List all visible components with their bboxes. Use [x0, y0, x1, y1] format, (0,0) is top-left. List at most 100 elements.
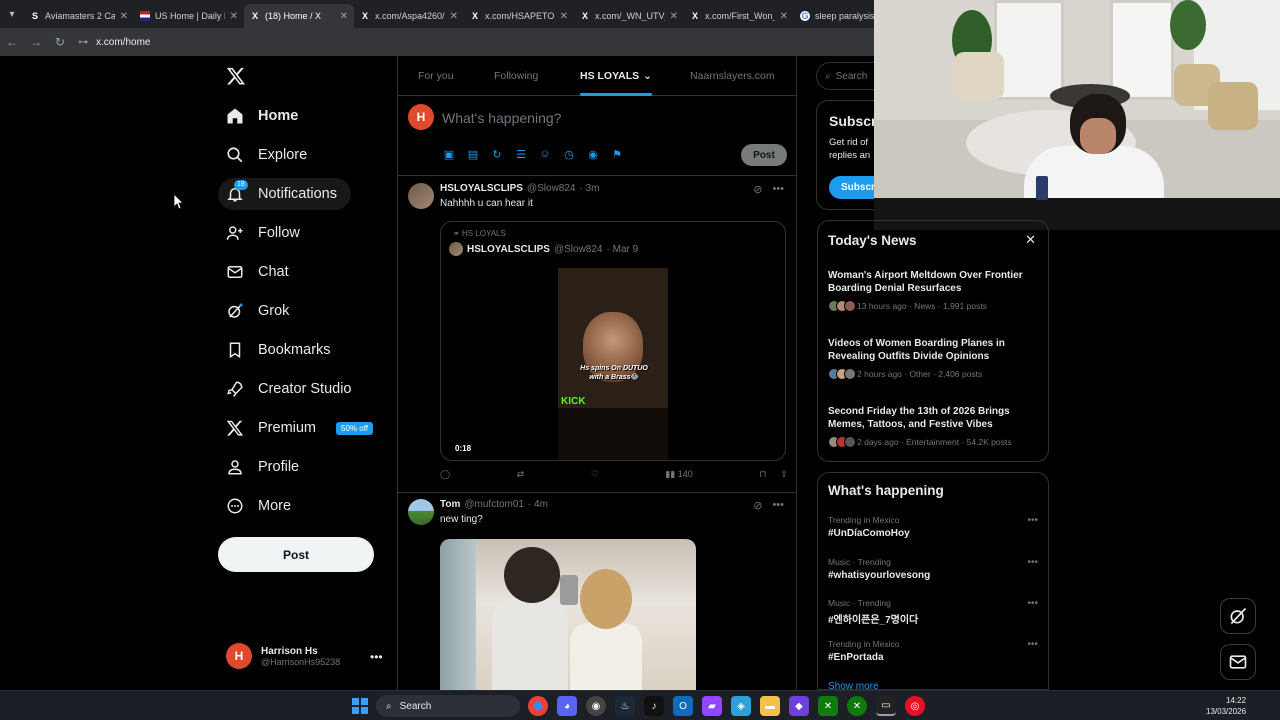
tab-hs-loyals[interactable]: HS LOYALS ⌄ — [580, 56, 652, 96]
folder-icon[interactable]: ▬ — [760, 696, 780, 716]
more-icon[interactable]: ••• — [1027, 639, 1038, 650]
tweet-author-handle[interactable]: @mufctom01 — [464, 499, 524, 510]
tab-close-icon[interactable]: ✕ — [450, 11, 458, 22]
share-icon[interactable]: ⇪ — [780, 469, 788, 480]
search-input[interactable]: ⌕ Search — [816, 62, 876, 90]
post-button[interactable]: Post — [218, 537, 374, 572]
trend-item[interactable]: Trending in Mexico #UnDíaComoHoy ••• — [828, 515, 1042, 539]
site-info-icon[interactable]: ⊶ — [78, 37, 88, 48]
tab-close-icon[interactable]: ✕ — [560, 11, 568, 22]
compose-input[interactable]: What's happening? — [442, 110, 561, 126]
twitch-icon[interactable]: ▰ — [702, 696, 722, 716]
tab-close-icon[interactable]: ✕ — [780, 11, 788, 22]
reply-icon[interactable]: ◯ — [440, 469, 450, 480]
quoted-tweet[interactable]: ⚭ HS LOYALS HSLOYALSCLIPS @Slow824 · Mar… — [440, 221, 786, 461]
more-icon[interactable]: ••• — [772, 183, 784, 196]
taskbar-search[interactable]: ⌕ Search — [376, 695, 520, 717]
trend-item[interactable]: Music · Trending #whatisyourlovesong ••• — [828, 557, 1042, 581]
poll-icon[interactable]: ☰ — [514, 148, 528, 161]
grok-explain-icon[interactable]: ⊘ — [753, 499, 762, 512]
image-icon[interactable]: ▣ — [442, 148, 456, 161]
browser-tab[interactable]: Xx.com/_WN_UTV_ ✕ — [574, 4, 684, 28]
browser-tab[interactable]: Xx.com/Aspa4260/ ✕ — [354, 4, 464, 28]
chrome-icon[interactable] — [528, 696, 548, 716]
xbox-app-icon[interactable]: ✕ — [847, 696, 867, 716]
tab-search-menu-icon[interactable]: ▾ — [0, 0, 24, 28]
steam-icon[interactable]: ♨ — [615, 696, 635, 716]
nav-home[interactable]: Home — [218, 100, 306, 132]
account-more-icon[interactable]: ••• — [370, 650, 383, 664]
github-icon[interactable]: ◉ — [586, 696, 606, 716]
schedule-icon[interactable]: ◷ — [562, 148, 576, 161]
messages-floating-button[interactable] — [1220, 644, 1256, 680]
tab-following[interactable]: Following — [494, 56, 538, 96]
browser-tab[interactable]: Xx.com/First_Won_ ✕ — [684, 4, 794, 28]
tweet[interactable]: HSLOYALSCLIPS @Slow824 · 3m ⊘ ••• Nahhhh … — [398, 177, 796, 493]
location-icon[interactable]: ◉ — [586, 148, 600, 161]
app-icon[interactable]: ▭ — [876, 696, 896, 716]
tweet-author-name[interactable]: Tom — [440, 499, 460, 510]
avatar[interactable] — [408, 499, 434, 525]
more-icon[interactable]: ••• — [772, 499, 784, 512]
tab-close-icon[interactable]: ✕ — [340, 11, 348, 22]
gif-icon[interactable]: ▤ — [466, 148, 480, 161]
tweet-image[interactable] — [440, 539, 696, 690]
compose-post-button[interactable]: Post — [741, 144, 787, 166]
subscribe-button[interactable]: Subscr — [829, 176, 876, 199]
video-player[interactable]: Hs spins On DUTUO with a Brass😂 KICK — [558, 268, 668, 460]
grok-image-icon[interactable]: ↻ — [490, 148, 504, 161]
nav-notifications[interactable]: 18 Notifications — [218, 178, 351, 210]
forward-arrow-icon[interactable]: → — [24, 35, 48, 49]
show-more-link[interactable]: Show more — [828, 681, 879, 689]
nav-explore[interactable]: Explore — [218, 139, 315, 171]
tab-close-icon[interactable]: ✕ — [120, 11, 128, 22]
close-icon[interactable]: ✕ — [1025, 232, 1036, 248]
avatar[interactable] — [408, 183, 434, 209]
nav-premium[interactable]: Premium 50% off — [218, 412, 381, 444]
browser-tab[interactable]: S Aviamasters 2 Ca ✕ — [24, 4, 134, 28]
reload-icon[interactable]: ↻ — [48, 35, 72, 49]
nav-profile[interactable]: Profile — [218, 451, 307, 483]
app-icon[interactable]: ◆ — [789, 696, 809, 716]
x-logo-icon[interactable] — [226, 66, 246, 86]
nav-follow[interactable]: Follow — [218, 217, 308, 249]
tiktok-icon[interactable]: ♪ — [644, 696, 664, 716]
retweet-icon[interactable]: ⇄ — [517, 469, 525, 480]
windows-start-icon[interactable] — [352, 698, 368, 714]
grok-floating-button[interactable] — [1220, 598, 1256, 634]
discord-icon[interactable]: ◕ — [557, 696, 577, 716]
back-arrow-icon[interactable]: ← — [0, 35, 24, 49]
grok-explain-icon[interactable]: ⊘ — [753, 183, 762, 196]
tab-close-icon[interactable]: ✕ — [670, 11, 678, 22]
tweet-author-handle[interactable]: @Slow824 — [527, 183, 576, 194]
emoji-icon[interactable]: ☺ — [538, 148, 552, 161]
tweet-author-name[interactable]: HSLOYALSCLIPS — [440, 183, 523, 194]
url-field[interactable]: ⊶ x.com/home — [78, 37, 150, 48]
trend-item[interactable]: Music · Trending #엔하이픈은_7명이다 ••• — [828, 598, 1042, 626]
nav-bookmarks[interactable]: Bookmarks — [218, 334, 339, 366]
browser-tab[interactable]: US Home | Daily I ✕ — [134, 4, 244, 28]
app-icon[interactable]: ◈ — [731, 696, 751, 716]
news-item[interactable]: Second Friday the 13th of 2026 Brings Me… — [828, 405, 1042, 448]
tweet-time[interactable]: · 4m — [528, 499, 548, 510]
nav-more[interactable]: More — [218, 490, 299, 522]
browser-tab-active[interactable]: X (18) Home / X ✕ — [244, 4, 354, 28]
outlook-icon[interactable]: O — [673, 696, 693, 716]
tab-close-icon[interactable]: ✕ — [230, 11, 238, 22]
nav-chat[interactable]: Chat — [218, 256, 297, 288]
more-icon[interactable]: ••• — [1027, 598, 1038, 609]
nav-grok[interactable]: Grok — [218, 295, 297, 327]
trend-item[interactable]: Trending in Mexico #EnPortada ••• — [828, 639, 1042, 663]
nav-creator-studio[interactable]: Creator Studio — [218, 373, 360, 405]
more-icon[interactable]: ••• — [1027, 557, 1038, 568]
xbox-icon[interactable]: ✕ — [818, 696, 838, 716]
account-switcher[interactable]: H Harrison Hs @HarrisonHs95238 — [226, 643, 340, 669]
tweet[interactable]: Tom @mufctom01 · 4m ⊘ ••• new ting? — [398, 493, 796, 690]
news-item[interactable]: Videos of Women Boarding Planes in Revea… — [828, 337, 1042, 380]
flag-icon[interactable]: ⚑ — [610, 148, 624, 161]
bookmark-icon[interactable]: ⊓ — [759, 469, 766, 480]
obs-icon[interactable]: ◎ — [905, 696, 925, 716]
tab-naarnslayers[interactable]: Naarnslayers.com — [690, 56, 775, 96]
browser-tab[interactable]: Xx.com/HSAPETOI ✕ — [464, 4, 574, 28]
views-count[interactable]: ▮▮ 140 — [665, 469, 692, 480]
